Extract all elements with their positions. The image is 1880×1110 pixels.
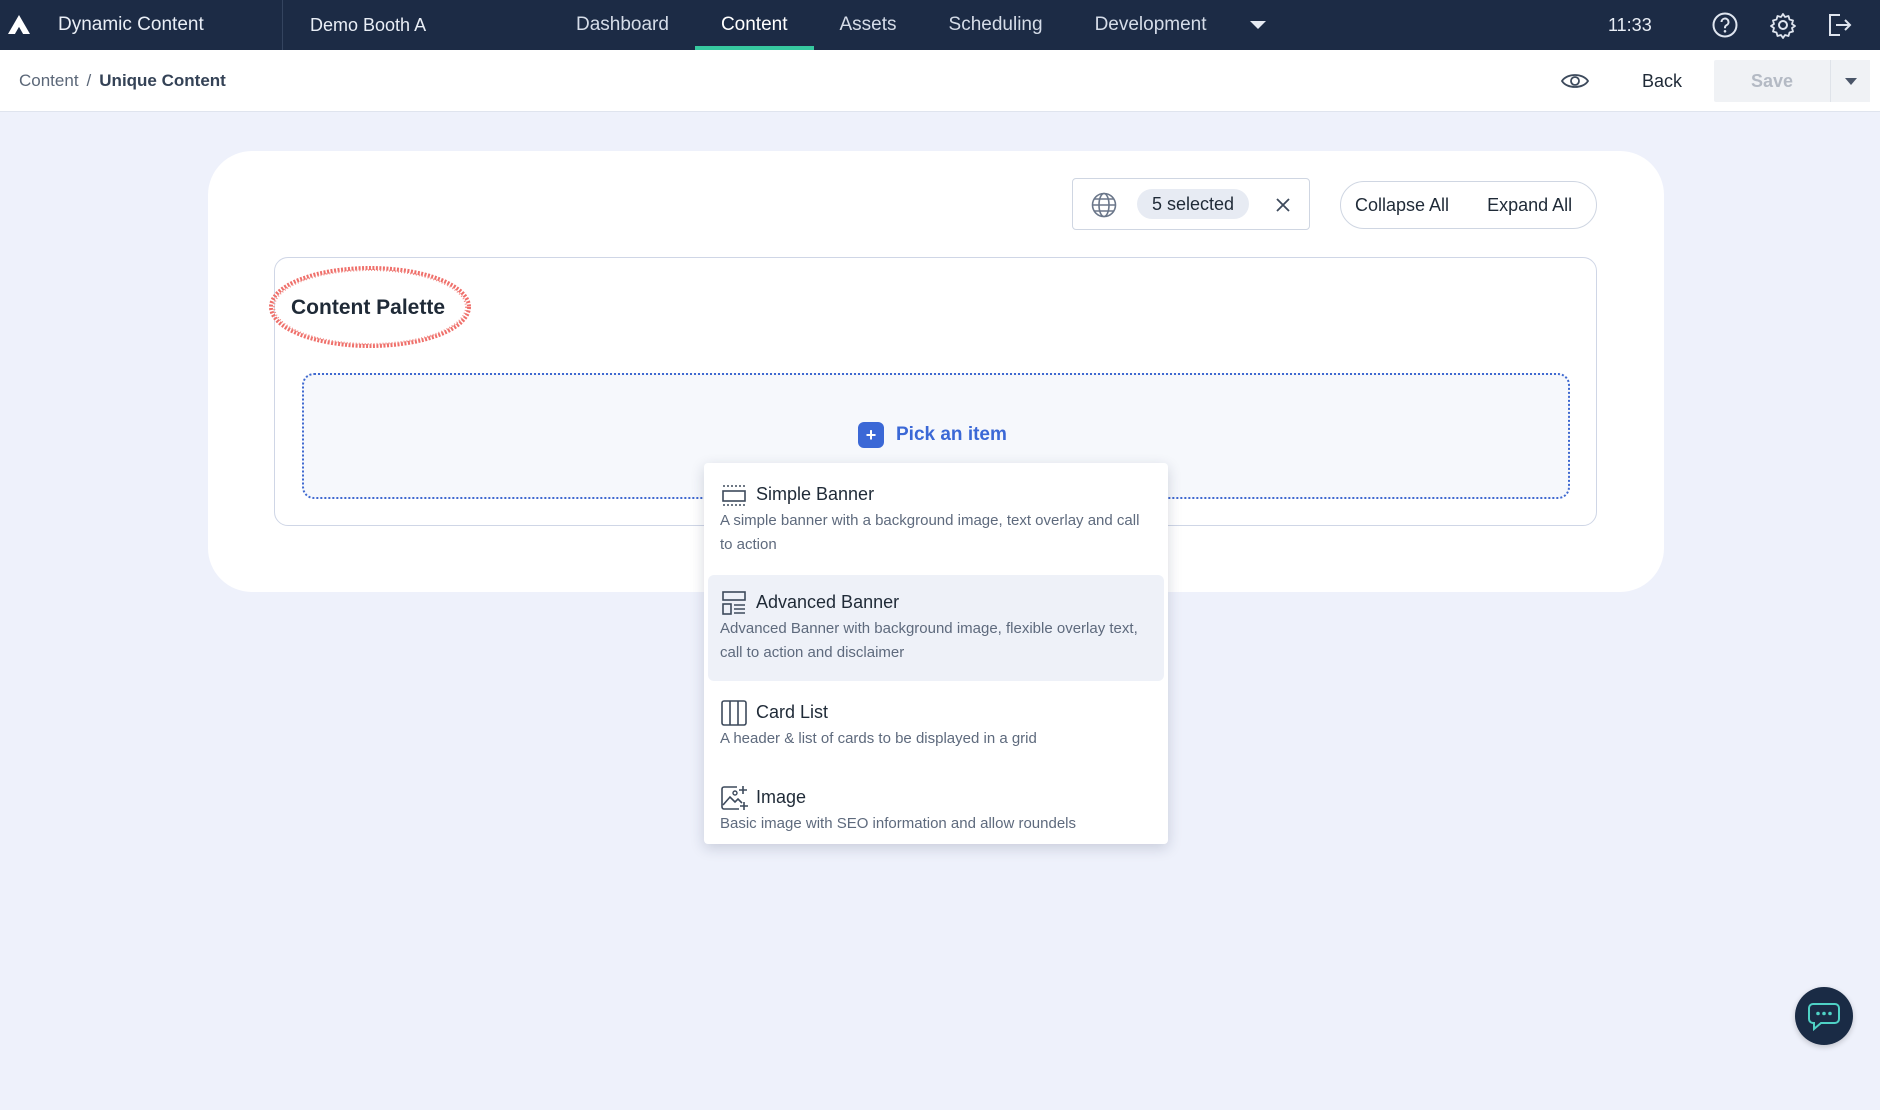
main-nav: Dashboard Content Assets Scheduling Deve… bbox=[550, 0, 1233, 50]
nav-assets[interactable]: Assets bbox=[814, 0, 923, 50]
breadcrumb-current: Unique Content bbox=[99, 71, 226, 90]
globe-icon bbox=[1090, 191, 1118, 219]
logout-icon[interactable] bbox=[1823, 9, 1855, 41]
clear-locales-close-icon[interactable] bbox=[1271, 193, 1295, 217]
preview-eye-icon[interactable] bbox=[1558, 65, 1592, 97]
expand-all-button[interactable]: Expand All bbox=[1449, 195, 1572, 216]
breadcrumb-separator: / bbox=[86, 71, 92, 90]
breadcrumb: Content / Unique Content bbox=[19, 50, 226, 112]
app-title: Dynamic Content bbox=[38, 0, 283, 50]
hub-name[interactable]: Demo Booth A bbox=[283, 15, 533, 36]
menu-item-advanced-banner[interactable]: Advanced Banner Advanced Banner with bac… bbox=[708, 575, 1164, 681]
nav-dashboard[interactable]: Dashboard bbox=[550, 0, 695, 50]
menu-item-description: Basic image with SEO information and all… bbox=[720, 815, 1077, 832]
nav-development[interactable]: Development bbox=[1069, 0, 1233, 50]
nav-scheduling[interactable]: Scheduling bbox=[923, 0, 1069, 50]
card-list-icon bbox=[720, 699, 748, 727]
palette-title: Content Palette bbox=[291, 296, 446, 319]
back-button[interactable]: Back bbox=[1620, 60, 1704, 102]
nav-more-chevron-down-icon[interactable] bbox=[1248, 18, 1268, 32]
advanced-banner-icon bbox=[720, 589, 748, 617]
menu-item-description: A header & list of cards to be displayed… bbox=[720, 730, 1037, 747]
content-type-menu: Simple Banner A simple banner with a bac… bbox=[704, 463, 1168, 844]
menu-item-title: Image bbox=[756, 787, 807, 807]
menu-item-description: Advanced Banner with background image, f… bbox=[720, 620, 1138, 661]
menu-item-title: Advanced Banner bbox=[756, 592, 900, 612]
collapse-all-button[interactable]: Collapse All bbox=[1341, 195, 1449, 216]
menu-item-title: Simple Banner bbox=[756, 484, 875, 504]
menu-item-title: Card List bbox=[756, 702, 829, 722]
locale-selector[interactable]: 5 selected bbox=[1072, 178, 1310, 230]
collapse-expand-group: Collapse All Expand All bbox=[1340, 181, 1597, 229]
simple-banner-icon bbox=[720, 481, 748, 509]
pick-item-label: Pick an item bbox=[896, 424, 1007, 445]
sub-header: Content / Unique Content Back Save bbox=[0, 50, 1880, 112]
menu-item-card-list[interactable]: Card List A header & list of cards to be… bbox=[708, 685, 1164, 765]
pick-item-button[interactable]: + Pick an item bbox=[858, 422, 1007, 448]
breadcrumb-root[interactable]: Content bbox=[19, 50, 79, 112]
app-logo-icon[interactable] bbox=[0, 0, 38, 50]
menu-item-simple-banner[interactable]: Simple Banner A simple banner with a bac… bbox=[708, 467, 1164, 571]
menu-item-image[interactable]: Image Basic image with SEO information a… bbox=[708, 770, 1164, 842]
image-icon bbox=[720, 784, 748, 812]
save-button[interactable]: Save bbox=[1714, 60, 1830, 102]
locale-count-badge: 5 selected bbox=[1137, 189, 1250, 219]
clock: 11:33 bbox=[1608, 15, 1652, 35]
plus-icon: + bbox=[858, 422, 884, 448]
menu-item-description: A simple banner with a background image,… bbox=[720, 512, 1140, 553]
chat-support-icon[interactable] bbox=[1795, 987, 1853, 1045]
save-options-chevron-down-icon[interactable] bbox=[1830, 60, 1870, 102]
nav-content[interactable]: Content bbox=[694, 0, 814, 50]
gear-icon[interactable] bbox=[1767, 9, 1799, 41]
help-icon[interactable] bbox=[1709, 9, 1741, 41]
